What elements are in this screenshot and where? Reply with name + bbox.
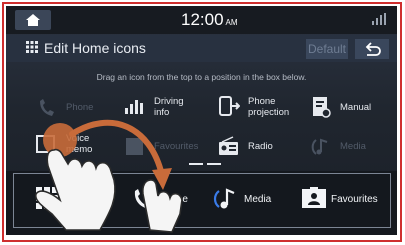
icon-option-label: Driving info (154, 96, 184, 118)
clock-ampm: AM (225, 18, 238, 27)
icon-option-label: Voice memo (66, 133, 93, 155)
icon-option-voice-memo[interactable]: Voice memo (36, 132, 116, 160)
page-indicator-active (189, 163, 203, 165)
favourites-icon (302, 187, 326, 208)
home-button[interactable] (15, 10, 51, 30)
icon-option-label: Favourites (154, 141, 199, 152)
page-title: Edit Home icons (44, 40, 146, 56)
infotainment-screen: 12:00 AM Edit Home icons Default Drag an … (6, 6, 397, 235)
instruction-text: Drag an icon from the top to a position … (96, 72, 307, 82)
phone-icon (40, 99, 54, 116)
manual-icon (313, 97, 331, 118)
icon-option-label: Media (340, 141, 366, 152)
icon-option-radio[interactable]: Radio (218, 135, 288, 163)
media-icon (311, 138, 328, 155)
tray-item-all-menus[interactable]: All menus (36, 187, 118, 215)
back-arrow-icon (365, 42, 381, 56)
icon-option-label: Manual (340, 102, 372, 113)
icon-option-label: Phone (66, 102, 94, 113)
icon-option-phone-projection[interactable]: Phone projection (218, 94, 298, 122)
default-button[interactable]: Default (306, 39, 348, 59)
voice-memo-icon (36, 135, 55, 153)
favourites-icon (126, 138, 143, 155)
tray-item-label: Phone (159, 194, 188, 205)
icon-option-label: Radio (248, 141, 273, 152)
tray-item-phone[interactable]: Phone (131, 187, 191, 215)
radio-icon (219, 136, 238, 155)
tray-item-label: All menus (66, 194, 110, 205)
back-button[interactable] (355, 39, 389, 59)
all-menus-icon (36, 187, 58, 209)
clock: 12:00 AM (181, 10, 238, 33)
tray-item-media[interactable]: Media (213, 187, 283, 215)
tray-item-label: Favourites (331, 194, 378, 205)
tray-item-label: Media (244, 194, 272, 205)
home-icon (26, 14, 40, 26)
driving-info-icon (125, 100, 143, 114)
icon-option-manual[interactable]: Manual (310, 95, 385, 123)
icon-option-media[interactable]: Media (310, 135, 380, 163)
phone-icon (134, 189, 151, 209)
status-bar: 12:00 AM (6, 6, 397, 34)
clock-time: 12:00 (181, 10, 224, 29)
tray-item-favourites[interactable]: Favourites (302, 187, 392, 215)
icon-option-favourites[interactable]: Favourites (124, 135, 204, 163)
media-icon (213, 188, 235, 209)
icon-option-driving-info[interactable]: Driving info (124, 94, 194, 122)
icon-option-phone[interactable]: Phone (36, 95, 106, 123)
grid-icon (26, 41, 38, 53)
signal-icon (372, 13, 386, 25)
icon-option-label: Phone projection (248, 96, 290, 118)
phone-projection-icon (219, 96, 240, 116)
page-indicator (207, 163, 221, 165)
